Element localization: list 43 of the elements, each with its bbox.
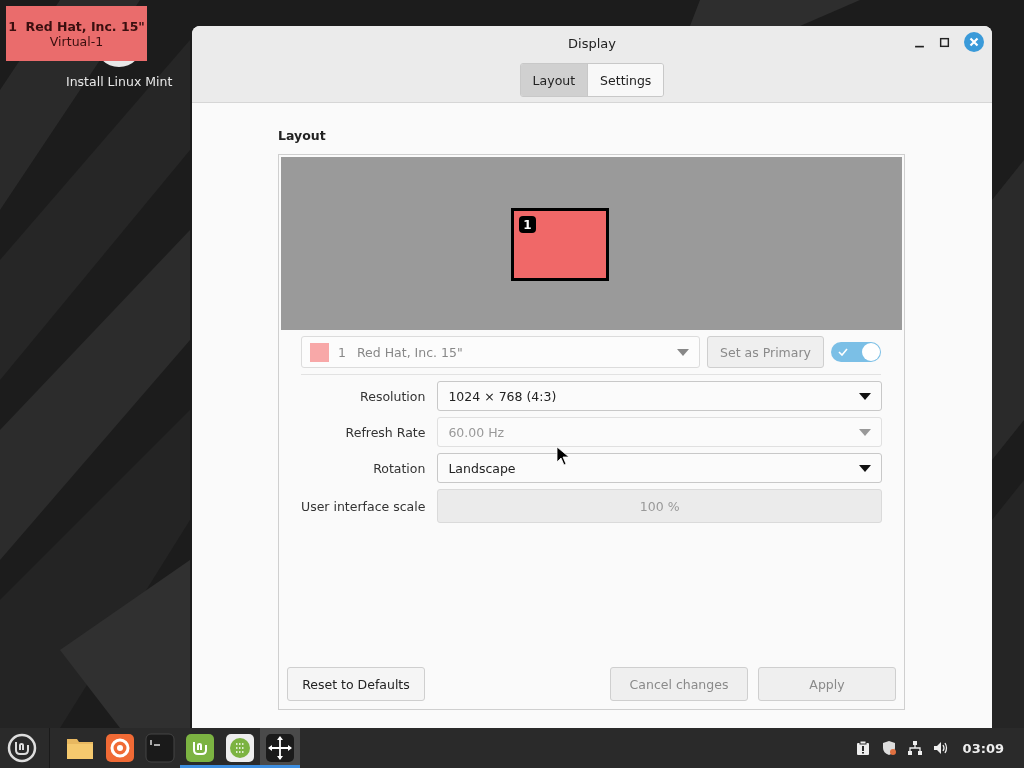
desktop-icon-label[interactable]: Install Linux Mint [66,74,173,89]
monitor-number: 1 [519,216,536,233]
check-icon [838,348,848,356]
caret-icon [859,392,871,400]
dropdown[interactable]: 1024 × 768 (4:3) [437,381,882,411]
monitor-output: Virtual-1 [49,33,104,49]
dropdown-value: Landscape [448,460,516,476]
app-grid-icon [225,733,255,763]
tab[interactable]: Settings [587,64,664,96]
pointer-icon [556,446,572,466]
menu-logo-icon[interactable] [7,733,37,763]
volume-icon[interactable] [932,740,949,756]
browser-icon [105,733,135,763]
terminal-icon [145,733,175,763]
setting-label: Refresh Rate [344,424,426,440]
setting-label: User interface scale [301,498,426,514]
caret-icon [859,464,871,472]
window-title: Display [568,35,616,51]
monitor-name: Red Hat, Inc. 15" [356,344,464,360]
monitor[interactable]: 1 [511,208,609,281]
monitor-number: 1 [338,344,346,360]
dropdown-value: 1024 × 768 (4:3) [448,388,557,404]
caret-icon [677,348,690,356]
toggle-switch[interactable] [831,342,881,362]
section-title: Layout [278,128,327,143]
action-button[interactable]: Reset to Defaults [287,667,425,701]
monitor-dropdown[interactable]: 1 Red Hat, Inc. 15" [301,336,701,368]
close-icon[interactable] [964,32,984,52]
setting-label: Resolution [359,388,426,404]
taskbar-app[interactable] [260,728,300,768]
setting-label: Rotation [372,460,426,476]
maximize-icon[interactable] [939,36,950,48]
caret-icon [859,428,871,436]
clock[interactable]: 03:09 [962,740,1004,756]
move-arrows-icon [265,733,295,763]
monitor-name: 1 Red Hat, Inc. 15" [8,18,145,34]
shield-icon[interactable] [880,740,897,756]
dropdown[interactable]: Landscape [437,453,882,483]
mint-logo-icon [185,733,215,763]
clipboard-icon[interactable] [854,740,871,756]
tab[interactable]: Layout [520,64,588,96]
network-icon[interactable] [906,740,923,756]
dropdown-value: 60.00 Hz [448,424,505,440]
